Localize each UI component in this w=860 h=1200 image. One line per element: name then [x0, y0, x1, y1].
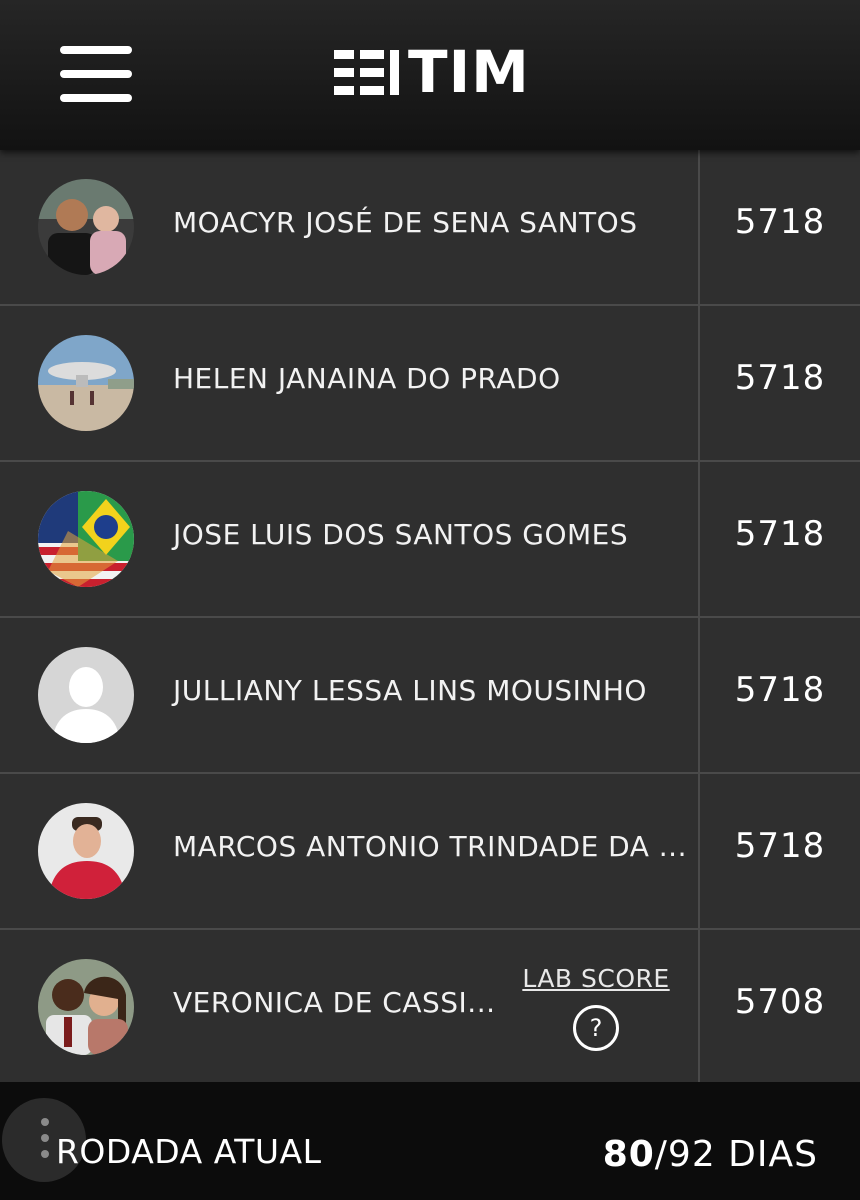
participant-score: 5718 — [734, 202, 826, 242]
logo-text: TIM — [408, 38, 530, 106]
avatar — [38, 803, 134, 899]
ranking-row[interactable]: MARCOS ANTONIO TRINDADE DA ... 5718 — [0, 774, 860, 930]
ranking-row[interactable]: VERONICA DE CASSI... LAB SCORE ? 5708 — [0, 930, 860, 1086]
ranking-row[interactable]: MOACYR JOSÉ DE SENA SANTOS 5718 — [0, 150, 860, 306]
participant-score: 5718 — [734, 670, 826, 710]
tim-logo: TIM — [334, 38, 530, 106]
participant-name: JULLIANY LESSA LINS MOUSINHO — [173, 674, 647, 707]
default-avatar-icon — [38, 647, 134, 743]
avatar — [38, 335, 134, 431]
participant-name: JOSE LUIS DOS SANTOS GOMES — [173, 518, 629, 551]
app-header: TIM — [0, 0, 860, 150]
days-current: 80 — [602, 1134, 655, 1175]
participant-score: 5718 — [734, 826, 826, 866]
participant-name: HELEN JANAINA DO PRADO — [173, 362, 561, 395]
participant-score: 5708 — [734, 982, 826, 1022]
lab-score-link[interactable]: LAB SCORE — [516, 964, 676, 993]
round-days-counter: 80/92 DIAS — [603, 1134, 818, 1175]
avatar — [38, 179, 134, 275]
help-circle-icon[interactable]: ? — [573, 1005, 619, 1051]
avatar — [38, 959, 134, 1055]
ranking-row[interactable]: HELEN JANAINA DO PRADO 5718 — [0, 306, 860, 462]
participant-score: 5718 — [734, 358, 826, 398]
tim-logo-mark — [334, 46, 400, 98]
round-footer: RODADA ATUAL 80/92 DIAS — [0, 1082, 860, 1200]
ranking-row[interactable]: JULLIANY LESSA LINS MOUSINHO 5718 — [0, 618, 860, 774]
hamburger-menu-icon[interactable] — [60, 46, 132, 102]
participant-name: VERONICA DE CASSI... — [173, 986, 496, 1019]
participant-score: 5718 — [734, 514, 826, 554]
participant-name: MARCOS ANTONIO TRINDADE DA ... — [173, 830, 687, 863]
participant-name: MOACYR JOSÉ DE SENA SANTOS — [173, 206, 638, 239]
current-round-label: RODADA ATUAL — [56, 1132, 322, 1171]
ranking-list: MOACYR JOSÉ DE SENA SANTOS 5718 HELEN JA… — [0, 150, 860, 1086]
lab-score: LAB SCORE ? — [516, 964, 676, 1051]
ranking-row[interactable]: JOSE LUIS DOS SANTOS GOMES 5718 — [0, 462, 860, 618]
avatar — [38, 491, 134, 587]
days-total: /92 DIAS — [654, 1134, 818, 1175]
